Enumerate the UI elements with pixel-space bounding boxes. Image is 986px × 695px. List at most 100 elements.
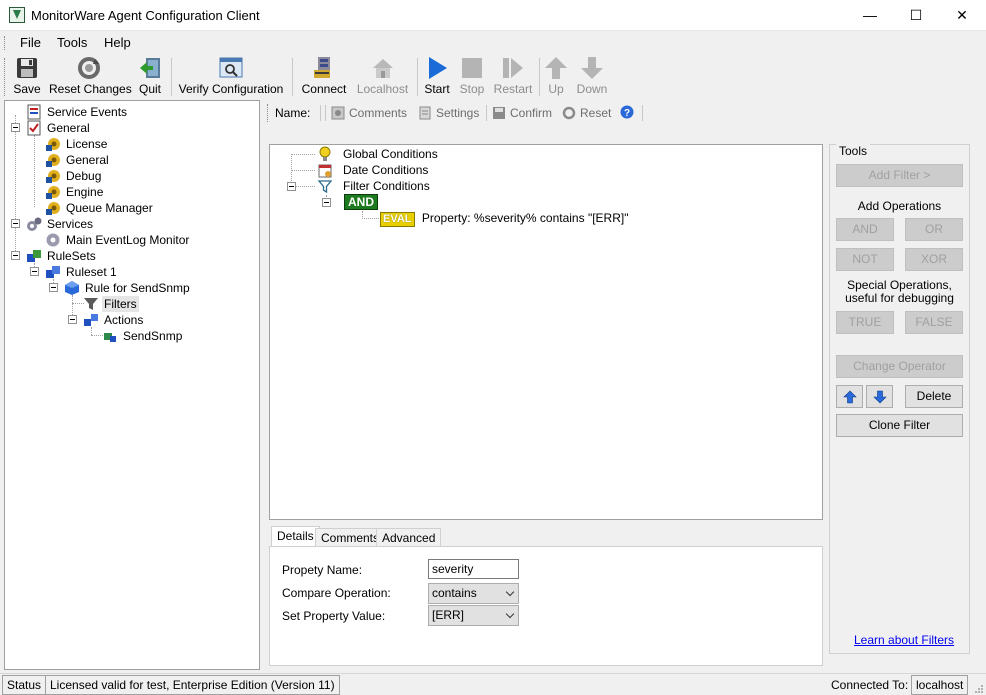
tree-connector [34, 135, 35, 207]
help-button[interactable]: ? [620, 105, 638, 119]
move-up-button[interactable] [836, 385, 863, 408]
tab-advanced[interactable]: Advanced [376, 528, 442, 547]
collapse-toggle[interactable] [68, 315, 77, 324]
comments-button[interactable]: Comments [331, 106, 407, 120]
toolbar-grip [267, 104, 270, 122]
tree-item-filters[interactable]: Filters [83, 296, 139, 312]
tree-item-license[interactable]: License [45, 136, 109, 152]
tree-item-rule-for-sendsnmp[interactable]: Rule for SendSnmp [64, 280, 192, 296]
tree-item-ruleset-1[interactable]: Ruleset 1 [45, 264, 119, 280]
xor-button[interactable]: XOR [905, 248, 963, 271]
tree-item-general-settings[interactable]: General [45, 152, 111, 168]
tree-item-queue-manager[interactable]: Queue Manager [45, 200, 155, 216]
save-button[interactable]: Save [12, 56, 42, 98]
gear-shield-icon [45, 136, 61, 152]
play-icon [425, 56, 449, 80]
filter-conditions-item[interactable]: Filter Conditions [317, 178, 430, 194]
restart-button[interactable]: Restart [493, 56, 533, 98]
tree-item-debug[interactable]: Debug [45, 168, 103, 184]
collapse-toggle[interactable] [11, 251, 20, 260]
tree-item-service-events[interactable]: Service Events [26, 104, 129, 120]
restart-icon [501, 56, 525, 80]
collapse-toggle[interactable] [49, 283, 58, 292]
name-label: Name: [275, 106, 311, 120]
up-button[interactable]: Up [544, 56, 568, 98]
compare-operation-select[interactable]: contains [428, 583, 519, 604]
floppy-disk-icon [15, 56, 39, 80]
close-button[interactable]: ✕ [939, 0, 985, 31]
minimize-button[interactable]: — [847, 0, 893, 31]
reset-button[interactable]: Reset [562, 106, 611, 120]
toolbar-separator [292, 58, 293, 96]
false-button[interactable]: FALSE [905, 311, 963, 334]
menu-bar: File Tools Help [0, 31, 986, 54]
learn-about-filters-link[interactable]: Learn about Filters [854, 633, 954, 647]
compare-operation-label: Compare Operation: [282, 586, 391, 600]
collapse-toggle[interactable] [30, 267, 39, 276]
or-button[interactable]: OR [905, 218, 963, 241]
rule-cube-icon [64, 280, 80, 296]
collapse-toggle[interactable] [11, 123, 20, 132]
tree-item-services[interactable]: Services [26, 216, 95, 232]
tree-connector [296, 186, 315, 187]
quit-button[interactable]: Quit [136, 56, 164, 98]
start-button[interactable]: Start [423, 56, 451, 98]
add-filter-button[interactable]: Add Filter > [836, 164, 963, 187]
tree-item-actions[interactable]: Actions [83, 312, 145, 328]
arrow-down-icon [580, 56, 604, 80]
tree-item-main-eventlog-monitor[interactable]: Main EventLog Monitor [45, 232, 191, 248]
tab-details[interactable]: Details [271, 526, 320, 547]
license-status: Licensed valid for test, Enterprise Edit… [45, 675, 340, 695]
menu-help[interactable]: Help [104, 35, 131, 50]
toolbar-separator [171, 58, 172, 96]
collapse-toggle[interactable] [287, 182, 296, 191]
tab-comments[interactable]: Comments [315, 528, 386, 547]
confirm-button[interactable]: Confirm [492, 106, 552, 120]
move-down-button[interactable] [866, 385, 893, 408]
arrow-up-icon [544, 56, 568, 80]
change-operator-button[interactable]: Change Operator [836, 355, 963, 378]
resize-grip-icon[interactable] [974, 683, 984, 693]
main-toolbar: Save Reset Changes Quit Verify Configura… [0, 54, 986, 100]
date-conditions-item[interactable]: Date Conditions [317, 162, 428, 178]
stop-button[interactable]: Stop [458, 56, 486, 98]
tree-connector [291, 170, 315, 171]
rulesets-icon [26, 248, 42, 264]
eval-filter-node[interactable]: EVAL Property: %severity% contains "[ERR… [380, 210, 628, 227]
checklist-icon [26, 120, 42, 136]
not-button[interactable]: NOT [836, 248, 894, 271]
localhost-button[interactable]: Localhost [355, 56, 410, 98]
filter-funnel-icon [317, 178, 333, 194]
gear-shield-icon [45, 152, 61, 168]
tree-item-engine[interactable]: Engine [45, 184, 105, 200]
verify-configuration-button[interactable]: Verify Configuration [176, 56, 286, 98]
and-operator-node[interactable]: AND [344, 194, 378, 210]
collapse-toggle[interactable] [322, 198, 331, 207]
connect-button[interactable]: Connect [300, 56, 348, 98]
down-button[interactable]: Down [575, 56, 609, 98]
and-button[interactable]: AND [836, 218, 894, 241]
tree-connector [91, 327, 92, 335]
maximize-button[interactable]: ☐ [893, 0, 939, 31]
configuration-tree[interactable]: Service Events General License General D… [4, 100, 260, 670]
tree-item-rulesets[interactable]: RuleSets [26, 248, 98, 264]
and-badge: AND [344, 194, 378, 210]
property-name-input[interactable] [428, 559, 519, 579]
tree-item-general[interactable]: General [26, 120, 92, 136]
actions-icon [83, 312, 99, 328]
menu-tools[interactable]: Tools [57, 35, 87, 50]
connected-to-label: Connected To: [831, 678, 909, 692]
menu-file[interactable]: File [20, 35, 41, 50]
toolbar-separator [539, 58, 540, 96]
set-property-value-select[interactable]: [ERR] [428, 605, 519, 626]
delete-button[interactable]: Delete [905, 385, 963, 408]
tree-connector [15, 115, 16, 255]
clone-filter-button[interactable]: Clone Filter [836, 414, 963, 437]
global-conditions-item[interactable]: Global Conditions [317, 146, 438, 162]
settings-button[interactable]: Settings [418, 106, 479, 120]
filter-conditions-tree[interactable]: Global Conditions Date Conditions Filter… [269, 144, 823, 520]
tree-item-sendsnmp[interactable]: SendSnmp [102, 328, 184, 344]
collapse-toggle[interactable] [11, 219, 20, 228]
true-button[interactable]: TRUE [836, 311, 894, 334]
reset-changes-button[interactable]: Reset Changes [49, 56, 132, 98]
